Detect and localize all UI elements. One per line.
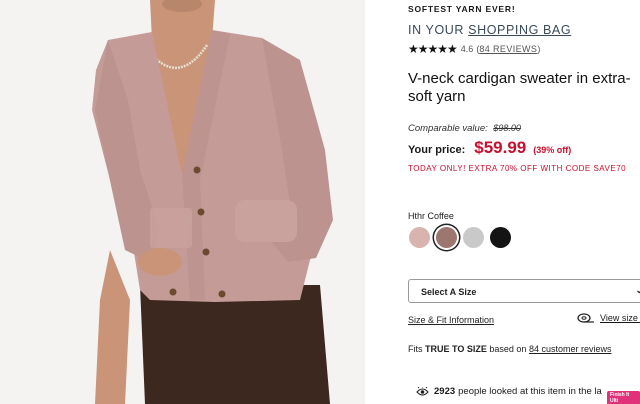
comparable-value: Comparable value: $98.00	[408, 123, 521, 134]
size-fit-info-link[interactable]: Size & Fit Information	[408, 315, 494, 325]
color-swatch-heather-coffee[interactable]	[436, 227, 457, 248]
eye-icon	[416, 386, 429, 396]
star-rating-icon: ★★★★★	[408, 42, 458, 56]
color-swatch-light-gray[interactable]	[463, 227, 484, 248]
product-image[interactable]	[0, 0, 365, 404]
fit-prefix: Fits	[408, 344, 423, 354]
compare-price: $98.00	[493, 123, 521, 133]
fit-value: TRUE TO SIZE	[425, 344, 487, 354]
chevron-down-icon: ⌄	[635, 285, 640, 295]
color-swatches	[409, 227, 517, 248]
reviews-link[interactable]: 84 REVIEWS	[479, 44, 537, 54]
in-bag-notice: IN YOUR SHOPPING BAG	[408, 23, 571, 37]
viewers-text: people looked at this item in the la	[458, 386, 602, 397]
product-page: SOFTEST YARN EVER! IN YOUR SHOPPING BAG …	[0, 0, 640, 404]
view-size-chart-label: View size ch	[600, 313, 640, 323]
sale-price: $59.99	[474, 138, 527, 157]
color-swatch-light-pink[interactable]	[409, 227, 430, 248]
rating-summary: ★★★★★ 4.6 (84 REVIEWS)	[408, 42, 540, 56]
promo-message: TODAY ONLY! EXTRA 70% OFF WITH CODE SAVE…	[408, 164, 627, 173]
price-label: Your price:	[408, 144, 466, 156]
product-title: V-neck cardigan sweater in extra-soft ya…	[408, 70, 631, 105]
product-tagline: SOFTEST YARN EVER!	[408, 4, 516, 14]
customer-reviews-link[interactable]: 84 customer reviews	[529, 344, 612, 354]
viewers-count: 2923	[434, 386, 456, 397]
model-illustration	[0, 0, 365, 404]
viewers-notice: 2923 people looked at this item in the l…	[416, 386, 602, 397]
product-info-panel: SOFTEST YARN EVER! IN YOUR SHOPPING BAG …	[408, 0, 640, 404]
size-select[interactable]: Select A Size ⌄	[408, 279, 640, 303]
tape-measure-icon	[577, 313, 594, 323]
promo-badge[interactable]: Finish It Ulti	[607, 391, 640, 404]
price-row: Your price: $59.99 (39% off)	[408, 138, 571, 158]
selected-color-name: Hthr Coffee	[408, 211, 454, 221]
color-swatch-black[interactable]	[490, 227, 511, 248]
shopping-bag-link[interactable]: SHOPPING BAG	[468, 23, 571, 37]
view-size-chart-link[interactable]: View size ch	[577, 313, 640, 323]
fit-summary: Fits TRUE TO SIZE based on 84 customer r…	[408, 344, 611, 354]
rating-value: 4.6	[460, 44, 474, 54]
size-select-label: Select A Size	[421, 287, 477, 297]
fit-middle: based on	[489, 344, 527, 354]
compare-label: Comparable value:	[408, 123, 488, 134]
reviews-paren-close: )	[537, 44, 541, 54]
discount-percent: (39% off)	[533, 145, 572, 155]
in-bag-prefix: IN YOUR	[408, 23, 465, 37]
